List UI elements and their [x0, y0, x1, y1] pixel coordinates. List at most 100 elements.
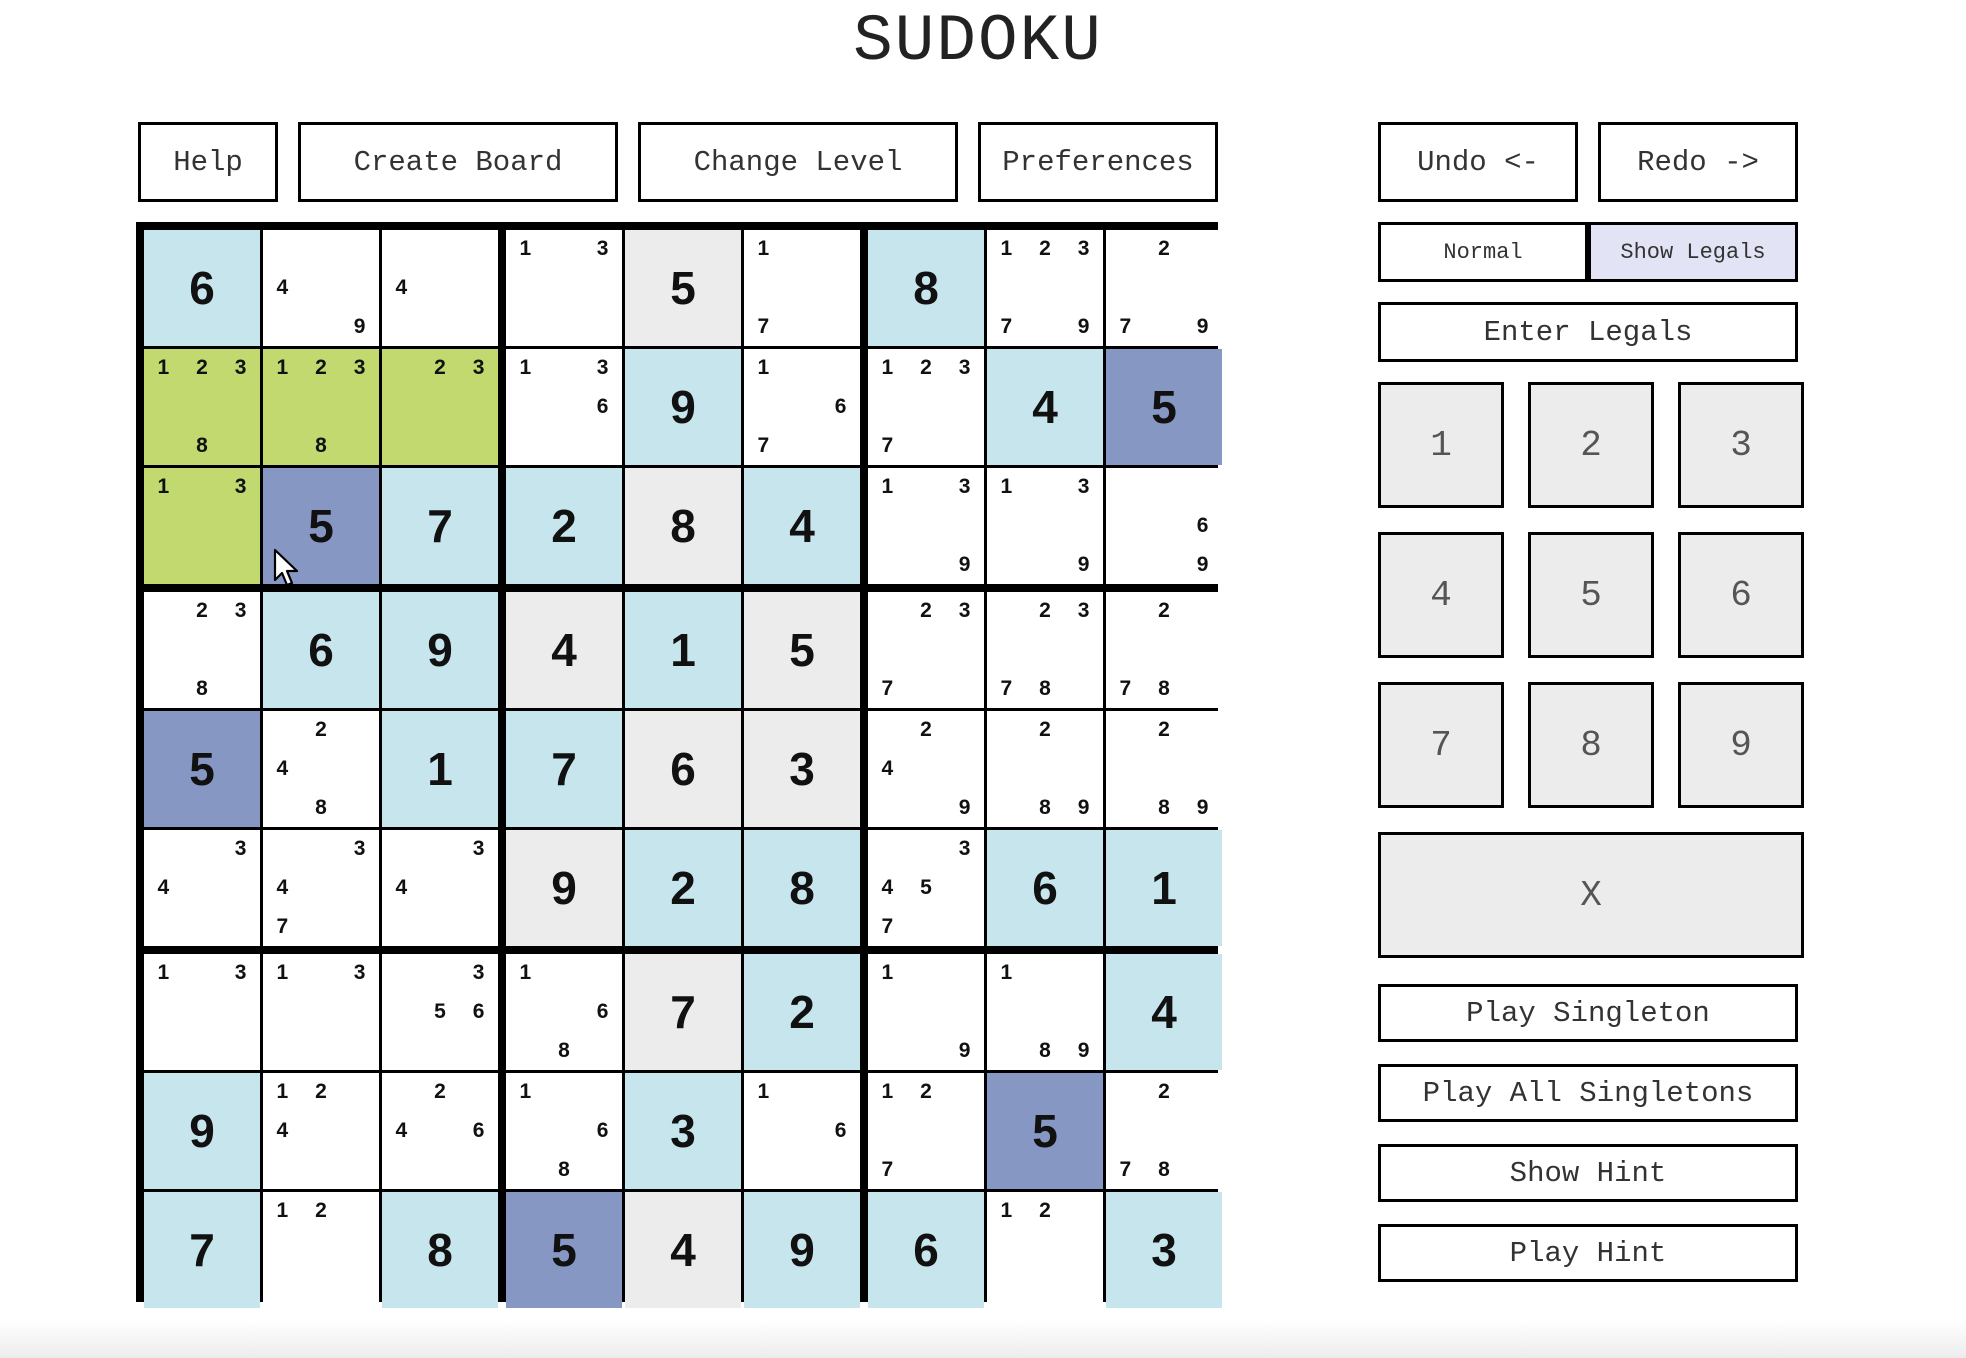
cell-r4c5[interactable]: 1 [625, 592, 741, 708]
cell-r3c3[interactable]: 7 [382, 468, 498, 584]
cell-r2c3[interactable]: 23 [382, 349, 498, 465]
cell-r8c5[interactable]: 3 [625, 1073, 741, 1189]
cell-r8c7[interactable]: 1 2 7 [868, 1073, 984, 1189]
cell-r5c2[interactable]: 2 4 8 [263, 711, 379, 827]
keypad-2-button[interactable]: 2 [1528, 382, 1654, 508]
cell-r6c6[interactable]: 8 [744, 830, 860, 946]
cell-r6c8[interactable]: 6 [987, 830, 1103, 946]
cell-r2c8[interactable]: 4 [987, 349, 1103, 465]
keypad-3-button[interactable]: 3 [1678, 382, 1804, 508]
cell-r3c4[interactable]: 2 [506, 468, 622, 584]
cell-r9c6[interactable]: 9 [744, 1192, 860, 1308]
cell-r5c6[interactable]: 3 [744, 711, 860, 827]
cell-r7c4[interactable]: 1 6 8 [506, 954, 622, 1070]
keypad-6-button[interactable]: 6 [1678, 532, 1804, 658]
cell-r7c9[interactable]: 4 [1106, 954, 1222, 1070]
cell-r6c9[interactable]: 1 [1106, 830, 1222, 946]
cell-r7c8[interactable]: 1 8 9 [987, 954, 1103, 1070]
cell-r3c8[interactable]: 1 3 9 [987, 468, 1103, 584]
cell-r2c7[interactable]: 1 2 3 7 [868, 349, 984, 465]
play-all-singletons-button[interactable]: Play All Singletons [1378, 1064, 1798, 1122]
normal-mode-button[interactable]: Normal [1378, 222, 1588, 282]
cell-r9c5[interactable]: 4 [625, 1192, 741, 1308]
cell-r3c9[interactable]: 69 [1106, 468, 1222, 584]
keypad-8-button[interactable]: 8 [1528, 682, 1654, 808]
keypad-5-button[interactable]: 5 [1528, 532, 1654, 658]
cell-r2c6[interactable]: 1 6 7 [744, 349, 860, 465]
cell-r4c9[interactable]: 2 7 8 [1106, 592, 1222, 708]
show-hint-button[interactable]: Show Hint [1378, 1144, 1798, 1202]
cell-r8c6[interactable]: 16 [744, 1073, 860, 1189]
play-singleton-button[interactable]: Play Singleton [1378, 984, 1798, 1042]
cell-r5c5[interactable]: 6 [625, 711, 741, 827]
cell-r2c1[interactable]: 1 2 3 8 [144, 349, 260, 465]
cell-r6c1[interactable]: 34 [144, 830, 260, 946]
help-button[interactable]: Help [138, 122, 278, 202]
cell-r1c4[interactable]: 13 [506, 230, 622, 346]
cell-r6c4[interactable]: 9 [506, 830, 622, 946]
cell-r4c6[interactable]: 5 [744, 592, 860, 708]
cell-r9c9[interactable]: 3 [1106, 1192, 1222, 1308]
cell-r2c4[interactable]: 1 3 6 [506, 349, 622, 465]
redo-button[interactable]: Redo -> [1598, 122, 1798, 202]
cell-r9c4[interactable]: 5 [506, 1192, 622, 1308]
cell-r3c6[interactable]: 4 [744, 468, 860, 584]
cell-r9c3[interactable]: 8 [382, 1192, 498, 1308]
cell-r1c1[interactable]: 6 [144, 230, 260, 346]
clear-cell-button[interactable]: X [1378, 832, 1804, 958]
cell-r1c3[interactable]: 4 [382, 230, 498, 346]
cell-r8c9[interactable]: 2 7 8 [1106, 1073, 1222, 1189]
cell-r2c9[interactable]: 5 [1106, 349, 1222, 465]
cell-r1c8[interactable]: 1 2 3 7 9 [987, 230, 1103, 346]
cell-r9c1[interactable]: 7 [144, 1192, 260, 1308]
cell-r6c3[interactable]: 34 [382, 830, 498, 946]
keypad-4-button[interactable]: 4 [1378, 532, 1504, 658]
cell-r5c9[interactable]: 2 8 9 [1106, 711, 1222, 827]
cell-r8c8[interactable]: 5 [987, 1073, 1103, 1189]
cell-r4c7[interactable]: 2 3 7 [868, 592, 984, 708]
cell-r1c6[interactable]: 17 [744, 230, 860, 346]
cell-r2c5[interactable]: 9 [625, 349, 741, 465]
cell-r5c1[interactable]: 5 [144, 711, 260, 827]
cell-r5c3[interactable]: 1 [382, 711, 498, 827]
cell-r3c5[interactable]: 8 [625, 468, 741, 584]
cell-r1c5[interactable]: 5 [625, 230, 741, 346]
cell-r3c7[interactable]: 1 3 9 [868, 468, 984, 584]
cell-r3c1[interactable]: 13 [144, 468, 260, 584]
cell-r1c2[interactable]: 49 [263, 230, 379, 346]
cell-r7c5[interactable]: 7 [625, 954, 741, 1070]
play-hint-button[interactable]: Play Hint [1378, 1224, 1798, 1282]
cell-r7c6[interactable]: 2 [744, 954, 860, 1070]
cell-r6c7[interactable]: 3 4 5 7 [868, 830, 984, 946]
keypad-7-button[interactable]: 7 [1378, 682, 1504, 808]
cell-r6c2[interactable]: 3 4 7 [263, 830, 379, 946]
cell-r5c8[interactable]: 2 8 9 [987, 711, 1103, 827]
keypad-9-button[interactable]: 9 [1678, 682, 1804, 808]
create-board-button[interactable]: Create Board [298, 122, 618, 202]
cell-r5c7[interactable]: 2 4 9 [868, 711, 984, 827]
cell-r8c2[interactable]: 1 2 4 [263, 1073, 379, 1189]
cell-r9c2[interactable]: 12 [263, 1192, 379, 1308]
cell-r2c2[interactable]: 1 2 3 8 [263, 349, 379, 465]
cell-r4c3[interactable]: 9 [382, 592, 498, 708]
cell-r1c9[interactable]: 2 7 9 [1106, 230, 1222, 346]
cell-r4c8[interactable]: 2 3 7 8 [987, 592, 1103, 708]
preferences-button[interactable]: Preferences [978, 122, 1218, 202]
cell-r8c4[interactable]: 1 6 8 [506, 1073, 622, 1189]
cell-r6c5[interactable]: 2 [625, 830, 741, 946]
cell-r9c7[interactable]: 6 [868, 1192, 984, 1308]
cell-r4c2[interactable]: 6 [263, 592, 379, 708]
cell-r1c7[interactable]: 8 [868, 230, 984, 346]
cell-r7c3[interactable]: 3 5 6 [382, 954, 498, 1070]
change-level-button[interactable]: Change Level [638, 122, 958, 202]
cell-r4c4[interactable]: 4 [506, 592, 622, 708]
keypad-1-button[interactable]: 1 [1378, 382, 1504, 508]
cell-r9c8[interactable]: 12 [987, 1192, 1103, 1308]
cell-r3c2[interactable]: 5 [263, 468, 379, 584]
cell-r8c1[interactable]: 9 [144, 1073, 260, 1189]
cell-r8c3[interactable]: 2 4 6 [382, 1073, 498, 1189]
show-legals-mode-button[interactable]: Show Legals [1588, 222, 1798, 282]
cell-r5c4[interactable]: 7 [506, 711, 622, 827]
undo-button[interactable]: Undo <- [1378, 122, 1578, 202]
cell-r7c1[interactable]: 13 [144, 954, 260, 1070]
